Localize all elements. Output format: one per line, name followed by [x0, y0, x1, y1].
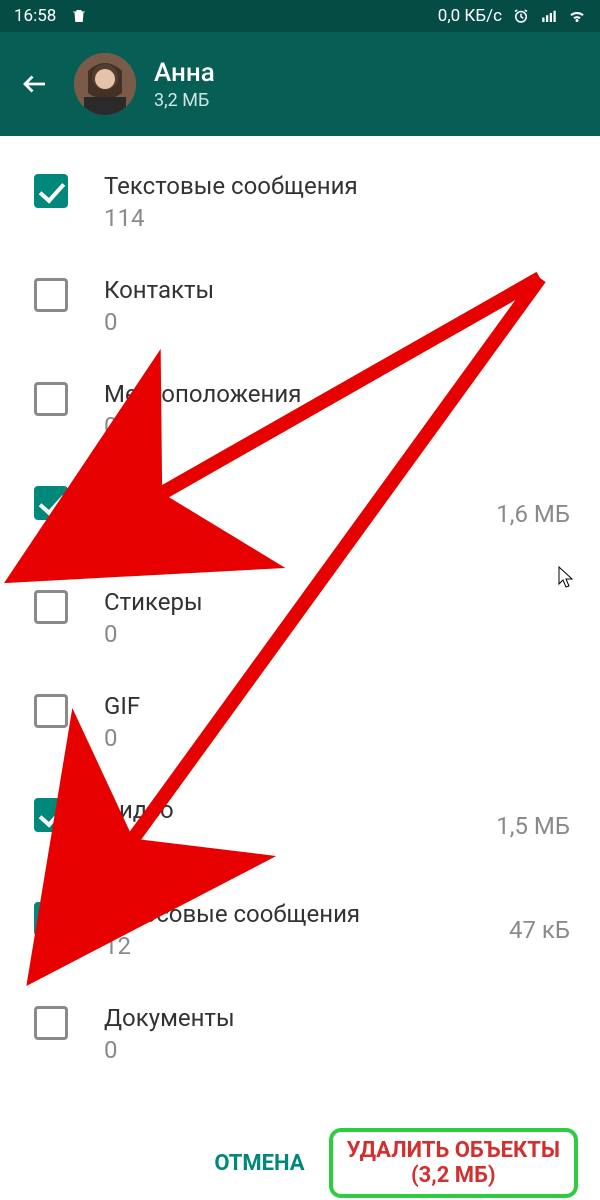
delete-button[interactable]: УДАЛИТЬ ОБЪЕКТЫ (3,2 МБ) — [329, 1128, 578, 1199]
item-label: Документы — [104, 1004, 570, 1032]
checkbox[interactable] — [34, 278, 68, 312]
item-count: 20 — [104, 516, 496, 544]
list-item[interactable]: Контакты 0 — [0, 254, 600, 358]
avatar[interactable] — [74, 53, 136, 115]
item-label: Видео — [104, 796, 496, 824]
item-count: 4 — [104, 828, 496, 856]
item-label: Голосовые сообщения — [104, 900, 509, 928]
item-size: 47 кБ — [509, 916, 570, 944]
item-count: 12 — [104, 932, 509, 960]
cursor-icon — [558, 566, 576, 594]
footer-bar: ОТМЕНА УДАЛИТЬ ОБЪЕКТЫ (3,2 МБ) — [0, 1126, 600, 1200]
status-speed: 0,0 КБ/с — [438, 6, 502, 26]
status-time: 16:58 — [14, 6, 56, 26]
list-item[interactable]: GIF 0 — [0, 670, 600, 774]
item-count: 0 — [104, 724, 570, 752]
delete-line1: УДАЛИТЬ ОБЪЕКТЫ — [347, 1138, 560, 1163]
item-count: 114 — [104, 204, 570, 232]
item-label: Стикеры — [104, 588, 570, 616]
item-label: Контакты — [104, 276, 570, 304]
list-item[interactable]: Документы 0 — [0, 982, 600, 1086]
item-label: Фото — [104, 484, 496, 512]
list-item[interactable]: Видео 41,5 МБ — [0, 774, 600, 878]
category-list: Текстовые сообщения 114 Контакты 0 Местопо… — [0, 136, 600, 1086]
checkbox[interactable] — [34, 902, 68, 936]
contact-name: Анна — [154, 58, 215, 88]
checkbox[interactable] — [34, 382, 68, 416]
checkbox[interactable] — [34, 174, 68, 208]
item-label: GIF — [104, 692, 570, 720]
wifi-icon — [568, 7, 586, 25]
list-item[interactable]: Голосовые сообщения 1247 кБ — [0, 878, 600, 982]
list-item[interactable]: Фото 201,6 МБ — [0, 462, 600, 566]
checkbox[interactable] — [34, 1006, 68, 1040]
trash-icon — [70, 7, 88, 25]
contact-size: 3,2 МБ — [154, 90, 215, 111]
checkbox[interactable] — [34, 798, 68, 832]
cancel-button[interactable]: ОТМЕНА — [200, 1141, 318, 1186]
item-size: 1,6 МБ — [496, 500, 570, 528]
item-count: 0 — [104, 308, 570, 336]
list-item[interactable]: Текстовые сообщения 114 — [0, 150, 600, 254]
item-count: 0 — [104, 412, 570, 440]
item-size: 1,5 МБ — [496, 812, 570, 840]
list-item[interactable]: Стикеры 0 — [0, 566, 600, 670]
item-count: 0 — [104, 620, 570, 648]
list-item[interactable]: Местоположения 0 — [0, 358, 600, 462]
checkbox[interactable] — [34, 486, 68, 520]
android-status-bar: 16:58 0,0 КБ/с — [0, 0, 600, 32]
item-label: Текстовые сообщения — [104, 172, 570, 200]
checkbox[interactable] — [34, 590, 68, 624]
delete-line2: (3,2 МБ) — [411, 1163, 496, 1188]
back-button[interactable] — [18, 67, 52, 101]
signal-icon — [540, 7, 558, 25]
item-count: 0 — [104, 1036, 570, 1064]
item-label: Местоположения — [104, 380, 570, 408]
checkbox[interactable] — [34, 694, 68, 728]
alarm-icon — [512, 7, 530, 25]
app-bar: Анна 3,2 МБ — [0, 32, 600, 136]
